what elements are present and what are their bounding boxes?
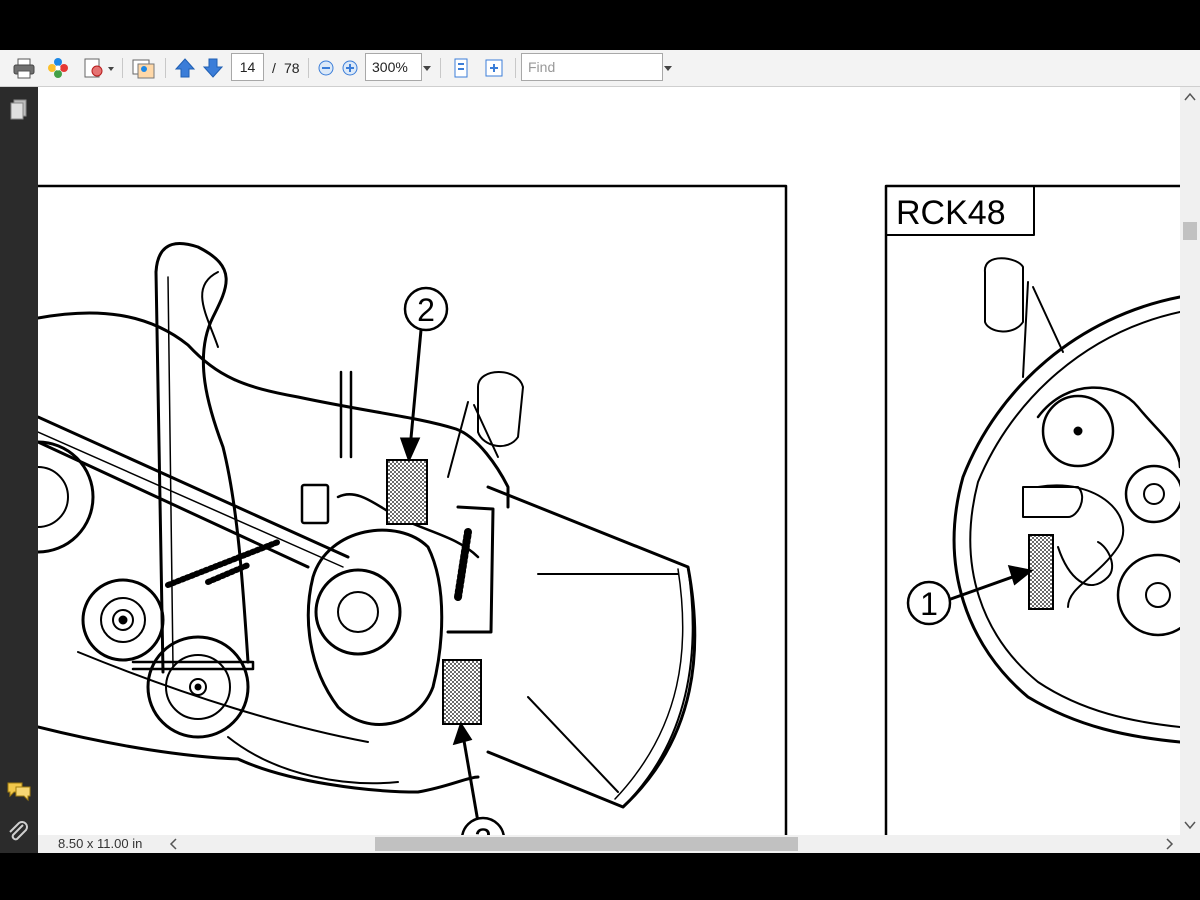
scroll-down-icon <box>1184 821 1196 830</box>
callout-2-upper: 2 <box>403 286 449 332</box>
fit-page-button[interactable] <box>447 56 475 80</box>
status-bar: 8.50 x 11.00 in <box>38 835 163 853</box>
gearbox-housing <box>306 528 444 726</box>
find-options-button[interactable] <box>662 56 674 80</box>
left-sidebar <box>0 87 38 853</box>
callout-2-upper-label: 2 <box>417 292 435 328</box>
scrollbar-corner <box>1180 835 1200 853</box>
export-dropdown-button[interactable] <box>80 56 116 80</box>
previous-page-button[interactable] <box>172 56 198 80</box>
toolbar: 14 / 78 300% Find <box>0 50 1200 87</box>
decal-1 <box>1028 534 1054 610</box>
zoom-in-icon <box>342 60 358 76</box>
page-number-value: 14 <box>239 59 256 75</box>
window-top-border <box>0 0 1200 50</box>
pinwheel-icon <box>48 58 68 78</box>
scroll-right-icon <box>1166 838 1174 850</box>
snapshot-icon <box>132 59 155 79</box>
find-input[interactable]: Find <box>521 53 663 81</box>
horizontal-scrollbar-graphics <box>169 837 1174 851</box>
right-deflector-knob <box>983 257 1024 333</box>
right-gearbox <box>1036 386 1180 469</box>
deck-outline-bottom <box>38 725 480 794</box>
callout-arrowhead-lower <box>452 721 473 746</box>
zoom-dropdown-button[interactable] <box>421 56 433 80</box>
chevron-down-icon <box>423 66 431 71</box>
toolbar-separator <box>165 58 166 78</box>
share-button[interactable] <box>44 56 72 80</box>
callout-1-right: 1 <box>906 580 952 626</box>
vertical-scroll-thumb <box>1183 222 1197 240</box>
document-viewport[interactable]: 2 2 1 RCK48 <box>38 87 1180 835</box>
discharge-chute <box>486 485 697 809</box>
pages-panel-button[interactable] <box>7 97 31 123</box>
zoom-out-icon <box>318 60 334 76</box>
fit-page-icon <box>454 58 468 78</box>
vertical-scrollbar-graphics <box>1183 92 1197 830</box>
chute-spring <box>454 528 472 601</box>
callout-leader-upper <box>408 329 423 450</box>
toolbar-separator <box>308 58 309 78</box>
deck-slot <box>300 483 330 525</box>
deck-skirt <box>227 736 399 785</box>
fit-width-icon <box>485 59 503 77</box>
printer-icon <box>13 58 35 79</box>
zoom-in-button[interactable] <box>339 56 361 80</box>
document-tools-icon <box>84 58 114 78</box>
arrow-up-icon <box>174 58 196 78</box>
callout-arrowhead-right <box>1007 565 1034 586</box>
decal-2-upper <box>386 459 428 525</box>
callout-1-label: 1 <box>920 586 938 622</box>
page-total: 78 <box>284 60 300 76</box>
scroll-left-icon <box>169 838 177 850</box>
zoom-out-button[interactable] <box>315 56 337 80</box>
deck-outline-top <box>38 311 510 509</box>
chute-bracket <box>446 505 495 634</box>
comments-icon <box>7 782 31 802</box>
page-separator: / <box>272 60 276 76</box>
deck-post <box>339 370 353 459</box>
vertical-scrollbar[interactable] <box>1180 87 1200 835</box>
attachments-panel-button[interactable] <box>6 820 32 844</box>
zoom-value: 300% <box>372 59 408 75</box>
toolbar-separator <box>122 58 123 78</box>
arrow-down-icon <box>202 58 224 78</box>
callout-arrowhead-upper <box>399 437 421 464</box>
next-page-button[interactable] <box>200 56 226 80</box>
left-spindle-pulley <box>38 440 95 554</box>
chevron-down-icon <box>664 66 672 71</box>
belt-long-2 <box>38 431 344 568</box>
paperclip-icon <box>9 821 28 841</box>
zoom-select[interactable]: 300% <box>365 53 422 81</box>
rck48-label: RCK48 <box>896 194 1006 232</box>
pages-icon <box>10 99 27 120</box>
callout-2-lower: 2 <box>461 816 505 835</box>
page-number-input[interactable]: 14 <box>231 53 264 81</box>
callout-2-lower-label: 2 <box>474 822 492 835</box>
print-button[interactable] <box>10 56 38 80</box>
manual-page-diagram: 2 2 1 RCK48 <box>38 184 1180 835</box>
scroll-up-icon <box>1184 92 1196 101</box>
gearbox-hub <box>314 568 402 656</box>
chute-deflector-knob <box>477 371 524 447</box>
decal-2-lower <box>442 659 482 725</box>
find-placeholder: Find <box>528 59 556 75</box>
comments-panel-button[interactable] <box>6 780 32 802</box>
fit-width-button[interactable] <box>480 56 508 80</box>
right-figure-frame <box>884 184 1180 835</box>
page-size-label: 8.50 x 11.00 in <box>58 836 143 851</box>
toolbar-separator <box>440 58 441 78</box>
horizontal-scrollbar[interactable] <box>163 835 1180 853</box>
toolbar-separator <box>515 58 516 78</box>
horizontal-scroll-thumb <box>375 837 798 851</box>
snapshot-button[interactable] <box>128 56 158 80</box>
window-bottom-border <box>0 853 1200 900</box>
right-hub-2 <box>1124 464 1180 524</box>
